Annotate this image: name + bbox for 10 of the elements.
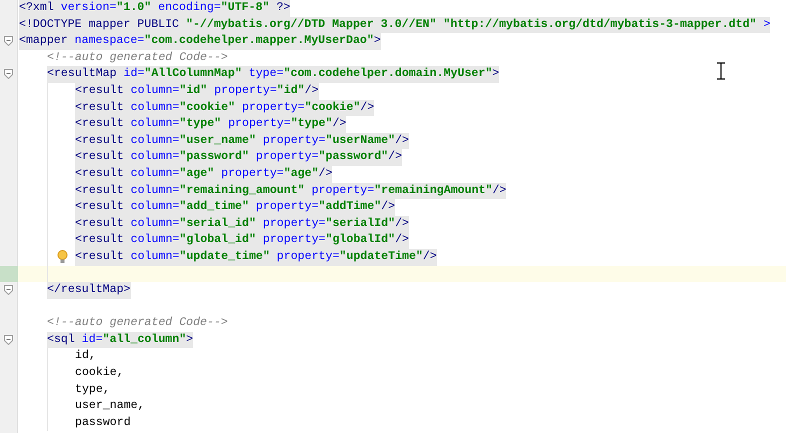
fold-marker-icon[interactable] [4,334,13,345]
code-comment: <!--auto generated Code--> [47,50,228,66]
lightbulb-icon[interactable] [57,250,68,264]
code-comment: <!--auto generated Code--> [47,315,228,332]
code-line: id, [75,348,96,364]
code-line: type, [75,382,110,398]
code-line: cookie, [75,365,124,382]
code-line: password [75,414,131,431]
code-line: user_name, [75,398,145,414]
text-cursor-icon [716,62,726,80]
